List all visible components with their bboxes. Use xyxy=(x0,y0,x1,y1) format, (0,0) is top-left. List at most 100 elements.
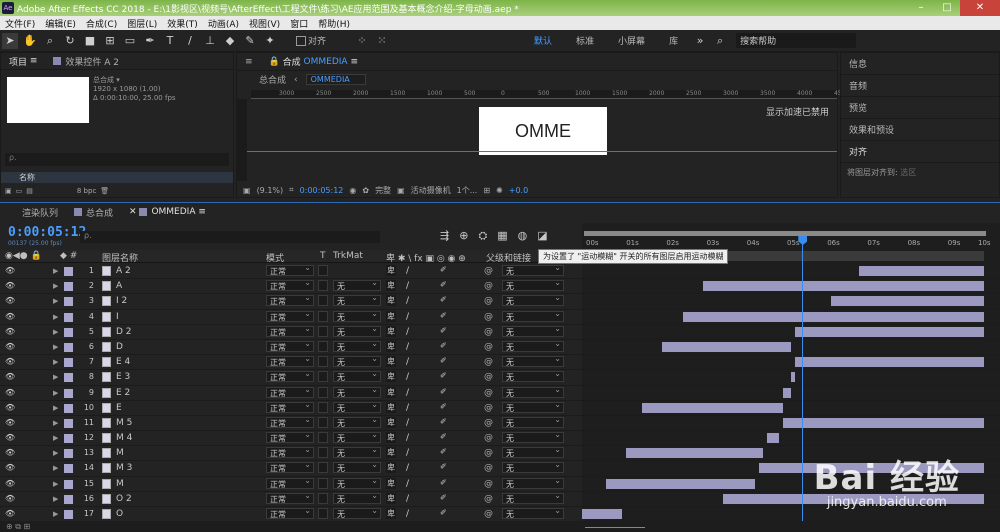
visibility-eye-icon[interactable]: 👁 xyxy=(5,388,15,397)
trkmat-select[interactable]: 无 xyxy=(333,293,381,307)
motion-blur-icon[interactable]: ◍ xyxy=(518,229,528,243)
layer-label-color[interactable] xyxy=(64,327,73,337)
pickwhip-icon[interactable]: @ xyxy=(484,281,493,291)
layer-row[interactable]: 👁▶11M 5正常无卑/✐@无 xyxy=(0,415,582,432)
guide-line[interactable] xyxy=(247,151,837,152)
blend-mode-select[interactable]: 正常 xyxy=(266,430,314,444)
pickwhip-icon[interactable]: @ xyxy=(484,433,493,443)
lock-icon[interactable]: 🔒 xyxy=(269,57,280,67)
blend-mode-select[interactable]: 正常 xyxy=(266,354,314,368)
blend-mode-select[interactable]: 正常 xyxy=(266,309,314,322)
pickwhip-icon[interactable]: @ xyxy=(484,418,493,428)
preserve-transparency-toggle[interactable] xyxy=(318,386,328,398)
visibility-eye-icon[interactable]: 👁 xyxy=(5,342,15,351)
menu-view[interactable]: 视图(V) xyxy=(244,17,285,30)
workspace-library[interactable]: 库 xyxy=(669,34,678,47)
parent-select[interactable]: 无 xyxy=(502,324,564,337)
minimize-button[interactable]: – xyxy=(908,0,934,16)
time-ruler[interactable]: 00s 01s 02s 03s 04s 05s 06s 07s 08s 09s 10s xyxy=(582,237,1000,249)
layer-label-color[interactable] xyxy=(64,388,73,398)
layer-name[interactable]: M xyxy=(116,448,124,458)
motion-blur-switch-icon[interactable]: ✐ xyxy=(440,295,450,305)
timeline-zoom-slider[interactable] xyxy=(585,524,645,528)
menu-edit[interactable]: 编辑(E) xyxy=(40,17,81,30)
comp-stage[interactable]: OMME 显示加速已禁用 xyxy=(247,99,837,179)
parent-select[interactable]: 无 xyxy=(502,309,564,322)
blend-mode-select[interactable]: 正常 xyxy=(266,415,314,428)
exposure-icon[interactable]: ✺ xyxy=(496,186,503,195)
expand-triangle-icon[interactable]: ▶ xyxy=(53,510,58,518)
shy-switch-icon[interactable]: 卑 xyxy=(386,401,396,413)
pickwhip-icon[interactable]: @ xyxy=(484,357,493,367)
quality-switch-icon[interactable]: / xyxy=(406,327,418,337)
shy-switch-icon[interactable]: 卑 xyxy=(386,295,396,307)
expand-triangle-icon[interactable]: ▶ xyxy=(53,328,58,336)
layer-row[interactable]: 👁▶4I正常无卑/✐@无 xyxy=(0,309,582,325)
snap-checkbox[interactable] xyxy=(296,35,306,46)
layer-row[interactable]: 👁▶16O 2正常无卑/✐@无 xyxy=(0,491,582,507)
shy-switch-icon[interactable]: 卑 xyxy=(386,325,396,337)
motion-blur-switch-icon[interactable]: ✐ xyxy=(440,478,450,488)
preserve-transparency-toggle[interactable] xyxy=(318,295,328,307)
snapshot-icon[interactable]: ◉ xyxy=(349,186,356,195)
pickwhip-icon[interactable]: @ xyxy=(484,388,493,398)
shy-switch-icon[interactable]: 卑 xyxy=(386,477,396,489)
quality-switch-icon[interactable]: / xyxy=(406,463,418,473)
blend-mode-select[interactable]: 正常 xyxy=(266,400,314,413)
pickwhip-icon[interactable]: @ xyxy=(484,312,493,322)
parent-select[interactable]: 无 xyxy=(502,460,564,474)
pickwhip-icon[interactable]: @ xyxy=(484,342,493,352)
motion-blur-switch-icon[interactable]: ✐ xyxy=(440,387,450,397)
interpret-footage-icon[interactable]: ▣ xyxy=(5,187,12,195)
workspace-standard[interactable]: 标准 xyxy=(576,34,594,47)
menu-file[interactable]: 文件(F) xyxy=(0,17,40,30)
layer-name[interactable]: M 3 xyxy=(116,463,132,473)
parent-select[interactable]: 无 xyxy=(502,339,564,352)
motion-blur-switch-icon[interactable]: ✐ xyxy=(440,432,450,442)
layer-duration-bar[interactable] xyxy=(702,281,984,292)
visibility-eye-icon[interactable]: 👁 xyxy=(5,266,15,275)
mode-header[interactable]: 模式 xyxy=(266,251,284,264)
shy-switch-icon[interactable]: 卑 xyxy=(386,371,396,383)
expand-triangle-icon[interactable]: ▶ xyxy=(53,404,58,412)
parent-select[interactable]: 无 xyxy=(502,293,564,307)
panel-audio[interactable]: 音频 xyxy=(841,75,999,97)
crumb-parent[interactable]: 总合成 xyxy=(259,73,286,86)
expand-triangle-icon[interactable]: ▶ xyxy=(53,358,58,366)
quality-switch-icon[interactable]: / xyxy=(406,296,418,306)
panel-preview[interactable]: 预览 xyxy=(841,97,999,119)
trkmat-select[interactable]: 无 xyxy=(333,491,381,504)
trkmat-select[interactable]: 无 xyxy=(333,415,381,428)
pickwhip-icon[interactable]: @ xyxy=(484,463,493,473)
parent-select[interactable]: 无 xyxy=(502,491,564,504)
layer-name[interactable]: I 2 xyxy=(116,296,127,306)
fit-icon[interactable]: ⌗ xyxy=(289,185,294,195)
layer-duration-bar[interactable] xyxy=(795,357,984,368)
new-folder-icon[interactable]: ▭ xyxy=(16,187,23,195)
motion-blur-switch-icon[interactable]: ✐ xyxy=(440,493,450,503)
parent-select[interactable]: 无 xyxy=(502,415,564,428)
playhead-line[interactable] xyxy=(802,236,804,521)
layer-name[interactable]: D xyxy=(116,342,123,352)
quality-switch-icon[interactable]: / xyxy=(406,266,418,276)
comp-name[interactable]: 总合成 ▾ xyxy=(93,76,176,85)
layer-label-color[interactable] xyxy=(64,449,73,459)
layer-row[interactable]: 👁▶2A正常无卑/✐@无 xyxy=(0,278,582,295)
layer-label-color[interactable] xyxy=(64,373,73,383)
quality-select[interactable]: 完整 xyxy=(375,185,391,196)
snap-edges-icon[interactable]: ⁙ xyxy=(374,33,390,49)
layer-row[interactable]: 👁▶10E正常无卑/✐@无 xyxy=(0,400,582,416)
layer-name[interactable]: M xyxy=(116,479,124,489)
blend-mode-select[interactable]: 正常 xyxy=(266,324,314,337)
layer-label-color[interactable] xyxy=(64,403,73,413)
preserve-transparency-toggle[interactable] xyxy=(318,265,328,276)
current-time[interactable]: 0:00:05:12 xyxy=(8,225,86,240)
visibility-eye-icon[interactable]: 👁 xyxy=(5,433,15,442)
expand-triangle-icon[interactable]: ▶ xyxy=(53,464,58,472)
expand-triangle-icon[interactable]: ▶ xyxy=(53,419,58,427)
motion-blur-switch-icon[interactable]: ✐ xyxy=(440,447,450,457)
parent-header[interactable]: 父级和链接 xyxy=(486,251,531,264)
preserve-transparency-toggle[interactable] xyxy=(318,310,328,322)
quality-switch-icon[interactable]: / xyxy=(406,342,418,352)
shy-switch-icon[interactable]: 卑 xyxy=(386,310,396,322)
